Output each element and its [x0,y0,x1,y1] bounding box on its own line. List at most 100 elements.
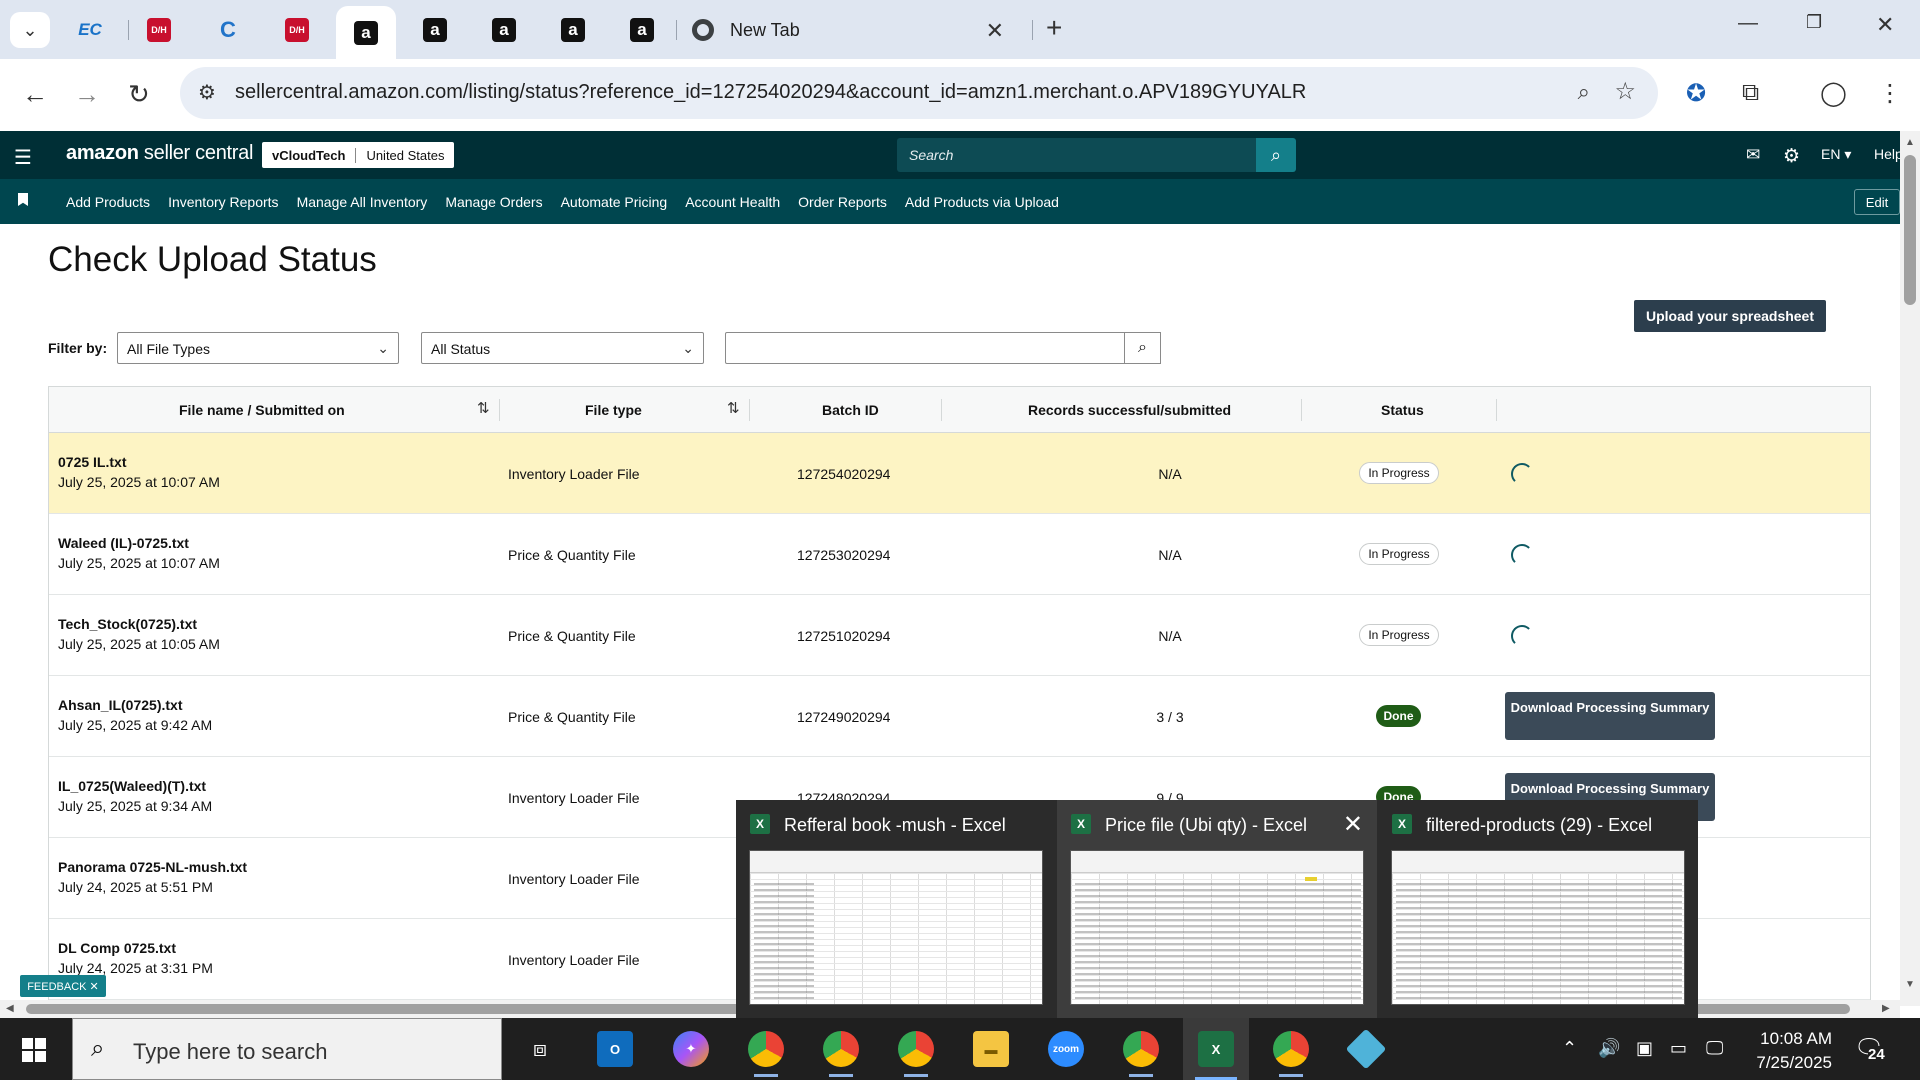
upload-search-button[interactable]: ⌕ [1124,332,1161,364]
upload-spreadsheet-button[interactable]: Upload your spreadsheet [1634,300,1826,332]
sheet-text [1075,881,1361,999]
feedback-button[interactable]: FEEDBACK ✕ [20,975,106,997]
pinned-tab-5-active[interactable]: a [336,6,396,59]
nav-manage-all-inventory[interactable]: Manage All Inventory [297,194,428,210]
pinned-tab-3[interactable]: C [198,10,258,50]
nav-account-health[interactable]: Account Health [685,194,780,210]
status-select[interactable]: All Status ⌄ [421,332,704,364]
scroll-down-icon[interactable]: ▼ [1905,979,1915,990]
pinned-tab-4[interactable]: D/H [267,10,327,50]
task-view-icon[interactable]: ⧈ [522,1031,558,1067]
taskbar-window-previews: X Refferal book -mush - Excel X Price fi… [736,800,1698,1018]
edit-nav-button[interactable]: Edit [1854,189,1900,215]
nav-inventory-reports[interactable]: Inventory Reports [168,194,279,210]
file-explorer-icon[interactable]: ▬ [973,1031,1009,1067]
preview-window-2[interactable]: X Price file (Ubi qty) - Excel ✕ [1057,800,1377,1018]
table-row: Ahsan_IL(0725).txt July 25, 2025 at 9:42… [49,676,1870,757]
pinned-tab-8[interactable]: a [543,10,603,50]
upload-search-input[interactable] [725,332,1125,364]
outlook-icon[interactable]: O [597,1031,633,1067]
nav-order-reports[interactable]: Order Reports [798,194,887,210]
preview-title: Refferal book -mush - Excel [784,815,1006,835]
chrome-profile-icon[interactable] [1273,1031,1309,1077]
excel-icon: X [1198,1031,1234,1067]
nav-automate-pricing[interactable]: Automate Pricing [561,194,668,210]
pinned-tab-6[interactable]: a [405,10,465,50]
show-hidden-icons-icon[interactable]: ⌃ [1562,1038,1577,1059]
file-type-select[interactable]: All File Types ⌄ [117,332,399,364]
language-selector[interactable]: EN ▾ [1821,146,1851,163]
sort-icon[interactable]: ⇅ [477,399,490,417]
restore-icon[interactable]: ❐ [1806,12,1822,33]
account-switcher[interactable]: vCloudTech United States [262,142,455,168]
system-clock[interactable]: 10:08 AM 7/25/2025 [1736,1027,1832,1075]
taskbar-search-placeholder: Type here to search [133,1039,328,1064]
extension-icon[interactable]: ✪ [1686,79,1706,108]
preview-window-3[interactable]: X filtered-products (29) - Excel [1378,800,1698,1018]
pinned-tab-9[interactable]: a [612,10,672,50]
taskbar-search-input[interactable]: ⌕ Type here to search [72,1018,502,1080]
new-tab-button[interactable]: + [1046,12,1062,44]
close-preview-icon[interactable]: ✕ [1343,810,1363,839]
address-bar[interactable]: ⚙ sellercentral.amazon.com/listing/statu… [180,67,1658,119]
meet-now-icon[interactable]: ▣ [1636,1038,1653,1059]
network-icon[interactable]: 🖵 [1706,1038,1723,1059]
notifications-icon[interactable]: 🗨24 [1854,1034,1885,1063]
pinned-tab-1[interactable]: EC [60,10,120,50]
copilot-icon[interactable]: ✦ [673,1031,709,1067]
nav-manage-orders[interactable]: Manage Orders [445,194,542,210]
forward-icon[interactable]: → [74,79,100,110]
col-batch-id: Batch ID [822,402,879,418]
seller-central-header: ☰ amazon seller central vCloudTech Unite… [0,131,1903,179]
windows-start-icon[interactable] [22,1038,46,1062]
excel-taskbar-active[interactable]: X [1183,1018,1249,1080]
download-processing-summary-button[interactable]: Download Processing Summary [1505,692,1715,740]
chrome-profile-icon[interactable] [898,1031,934,1077]
app-diamond-icon[interactable] [1345,1028,1387,1070]
file-name: Panorama 0725-NL-mush.txt [58,859,248,875]
seller-search-input[interactable]: Search [897,138,1257,172]
nav-add-products[interactable]: Add Products [66,194,150,210]
nav-add-products-via-upload[interactable]: Add Products via Upload [905,194,1059,210]
site-info-icon[interactable]: ⚙ [198,80,224,106]
bookmark-icon[interactable] [18,193,28,206]
search-icon: ⌕ [1138,339,1147,356]
pinned-tab-2[interactable]: D/H [129,10,189,50]
preview-window-1[interactable]: X Refferal book -mush - Excel [736,800,1056,1018]
scroll-left-icon[interactable]: ◀ [6,1003,14,1014]
volume-icon[interactable]: 🔊 [1598,1038,1620,1059]
battery-icon[interactable]: ▭ [1670,1038,1687,1059]
mail-icon[interactable]: ✉ [1746,145,1760,165]
clock-date: 7/25/2025 [1756,1053,1832,1072]
menu-kebab-icon[interactable]: ⋮ [1878,79,1902,108]
scroll-up-icon[interactable]: ▲ [1905,137,1915,148]
minimize-icon[interactable]: — [1738,12,1758,35]
extensions-puzzle-icon[interactable]: ⧉ [1742,79,1759,107]
help-link[interactable]: Help [1874,146,1903,162]
seller-central-logo[interactable]: amazon seller central [66,142,253,165]
zoom-app-icon[interactable]: zoom [1048,1031,1084,1067]
back-icon[interactable]: ← [22,79,48,110]
settings-gear-icon[interactable]: ⚙ [1783,145,1800,168]
chrome-icon[interactable] [1123,1031,1159,1077]
scroll-right-icon[interactable]: ▶ [1882,1003,1890,1014]
pinned-tab-7[interactable]: a [474,10,534,50]
tab-search-button[interactable]: ⌄ [10,12,50,48]
batch-id: 127249020294 [797,709,891,725]
url-text[interactable]: sellercentral.amazon.com/listing/status?… [235,81,1306,104]
close-window-icon[interactable]: ✕ [1876,12,1894,38]
seller-search-button[interactable]: ⌕ [1256,138,1296,172]
vertical-scroll-thumb[interactable] [1904,155,1916,305]
bookmark-star-icon[interactable]: ☆ [1614,77,1636,106]
zoom-icon[interactable]: ⌕ [1578,79,1590,105]
chrome-profile-icon[interactable] [748,1031,784,1077]
sort-icon[interactable]: ⇅ [727,399,740,417]
reload-icon[interactable]: ↻ [128,79,150,110]
hamburger-menu-icon[interactable]: ☰ [14,145,32,170]
profile-icon[interactable]: ◯ [1820,79,1847,108]
vertical-scrollbar[interactable]: ▲ ▼ [1900,131,1920,1006]
amazon-favicon-icon: a [561,18,585,42]
chrome-profile-icon[interactable] [823,1031,859,1077]
close-tab-icon[interactable]: ✕ [986,18,1004,44]
tab-new-tab[interactable]: New Tab ✕ [688,10,1028,50]
